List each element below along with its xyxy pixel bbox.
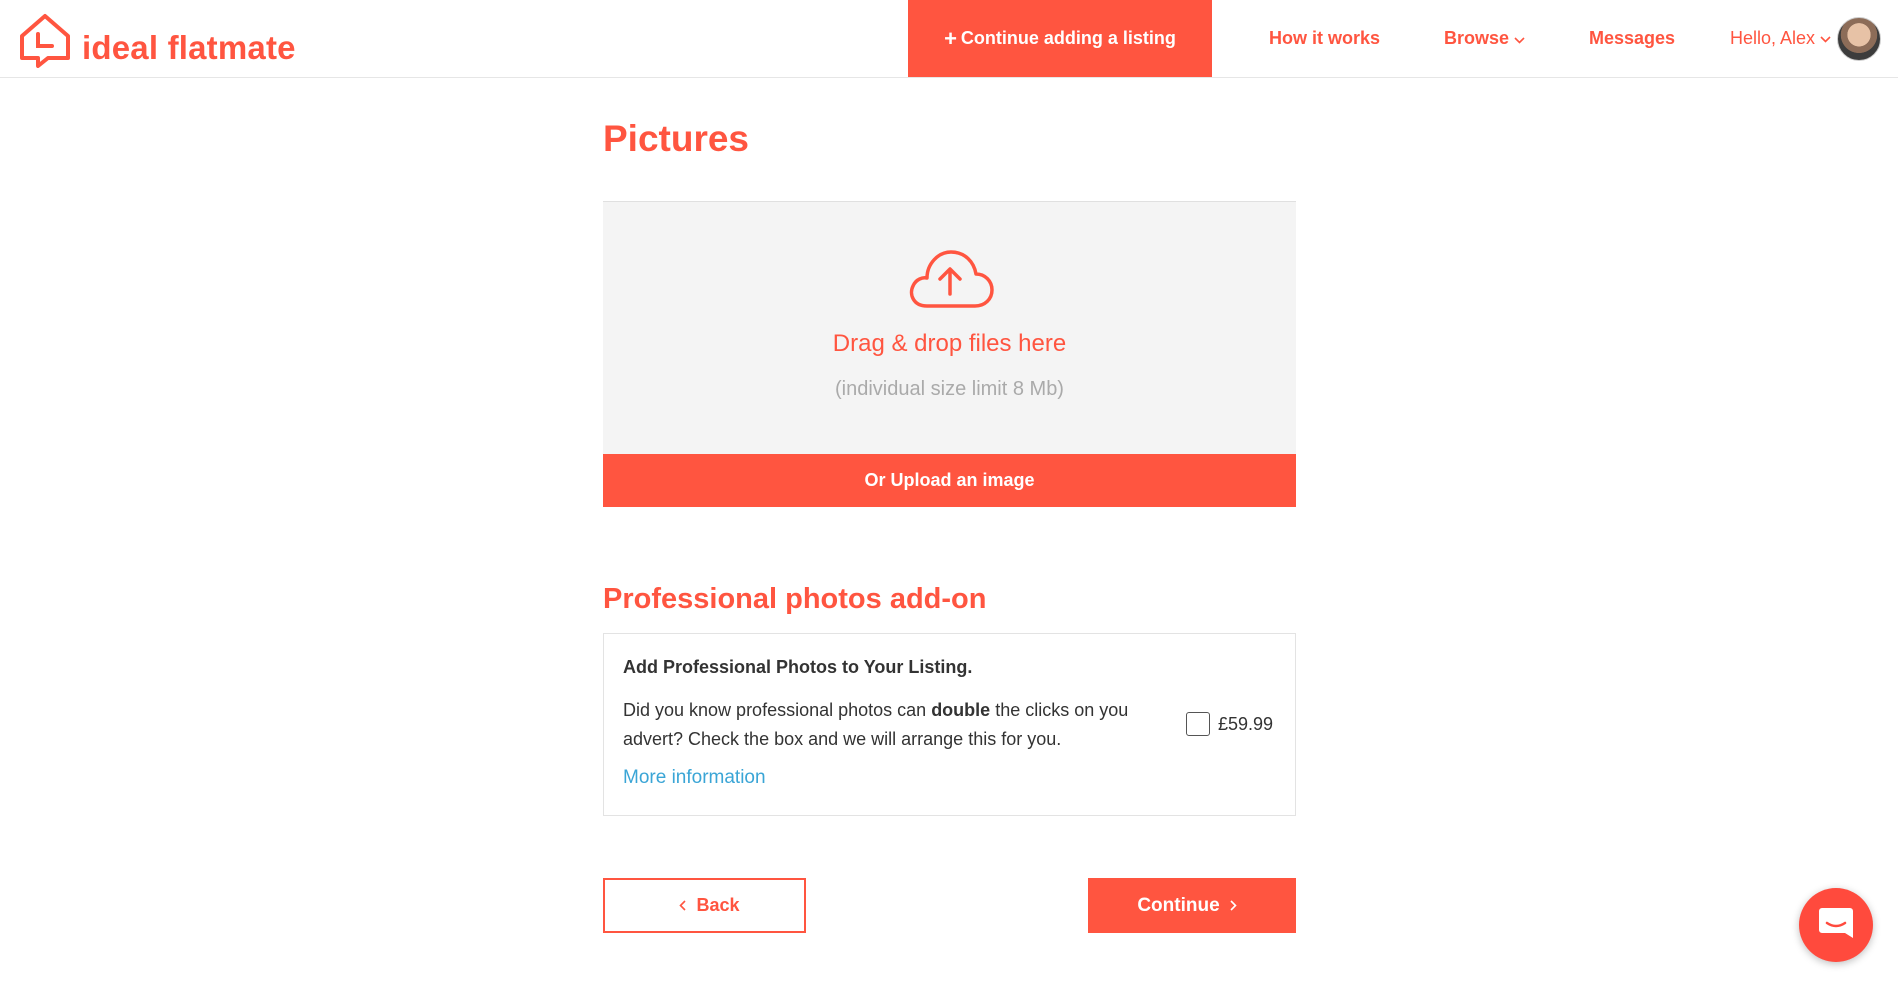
logo[interactable]: ideal flatmate — [18, 12, 296, 73]
upload-image-button[interactable]: Or Upload an image — [603, 454, 1296, 507]
nav-messages[interactable]: Messages — [1589, 0, 1675, 77]
addon-desc-start: Did you know professional photos can — [623, 700, 932, 720]
cloud-upload-icon — [905, 246, 995, 316]
file-dropzone[interactable]: Drag & drop files here (individual size … — [603, 201, 1296, 455]
back-button[interactable]: Back — [603, 878, 806, 933]
dropzone-title: Drag & drop files here — [832, 330, 1067, 357]
more-information-link[interactable]: More information — [623, 767, 766, 789]
back-label: Back — [696, 895, 740, 915]
nav-messages-label: Messages — [1589, 28, 1676, 48]
chevron-down-icon — [1820, 30, 1831, 48]
addon-heading: Add Professional Photos to Your Listing. — [623, 657, 973, 677]
addon-desc-bold: double — [931, 700, 991, 720]
chat-launcher-button[interactable] — [1799, 888, 1873, 962]
chevron-left-icon — [679, 895, 687, 916]
house-chat-logo-icon — [18, 12, 73, 73]
nav-browse-label: Browse — [1444, 28, 1510, 48]
user-menu[interactable]: Hello, Alex — [1730, 0, 1882, 77]
chevron-down-icon — [1514, 28, 1525, 49]
top-nav-bar: ideal flatmate + Continue adding a listi… — [0, 0, 1898, 78]
dropzone-size-limit: (individual size limit 8 Mb) — [835, 378, 1064, 400]
upload-image-label: Or Upload an image — [864, 470, 1035, 490]
continue-button[interactable]: Continue — [1088, 878, 1296, 933]
logo-text: ideal flatmate — [82, 28, 296, 66]
page-title: Pictures — [603, 118, 750, 159]
user-greeting: Hello, Alex — [1730, 28, 1816, 48]
addon-price: £59.99 — [1218, 714, 1274, 734]
continue-label: Continue — [1137, 894, 1220, 916]
nav-how-it-works-label: How it works — [1269, 28, 1381, 48]
nav-browse[interactable]: Browse — [1444, 0, 1525, 77]
nav-how-it-works[interactable]: How it works — [1269, 0, 1380, 77]
continue-adding-listing-label: Continue adding a listing — [960, 28, 1176, 48]
avatar[interactable] — [1837, 16, 1882, 61]
chat-bubble-icon — [1817, 904, 1855, 947]
addon-checkbox[interactable] — [1186, 712, 1210, 736]
plus-icon: + — [944, 25, 957, 51]
addon-section-title: Professional photos add-on — [603, 583, 987, 615]
professional-photos-card: Add Professional Photos to Your Listing.… — [603, 633, 1296, 816]
continue-adding-listing-button[interactable]: + Continue adding a listing — [908, 0, 1212, 77]
addon-description: Did you know professional photos can dou… — [623, 696, 1183, 754]
chevron-right-icon — [1230, 895, 1237, 917]
